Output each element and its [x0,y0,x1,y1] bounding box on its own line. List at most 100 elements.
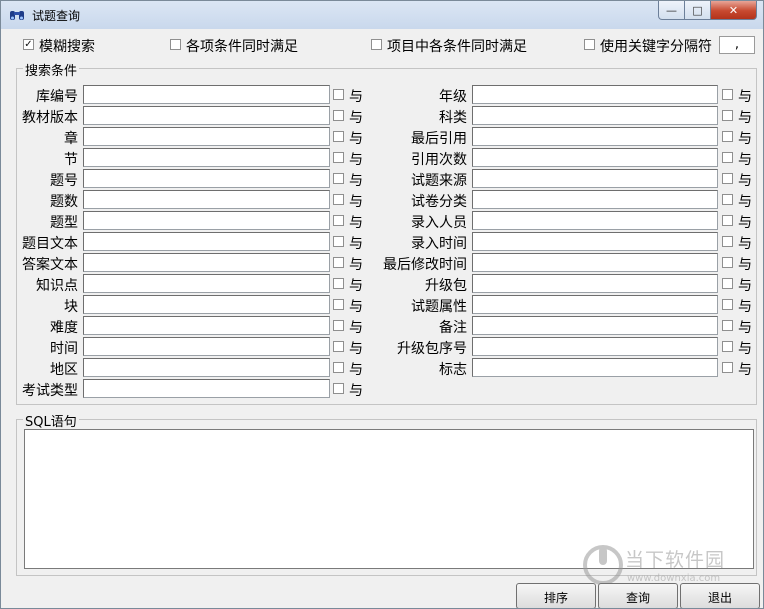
left-field-input[interactable] [83,211,330,230]
left-and-checkbox[interactable] [333,257,344,268]
left-and-label: 与 [349,257,363,273]
minimize-button[interactable]: — [658,1,685,20]
left-field-input[interactable] [83,358,330,377]
right-field-label: 录入人员 [411,215,467,231]
right-field-label: 试题属性 [411,299,467,315]
right-and-checkbox[interactable] [722,341,733,352]
right-and-checkbox[interactable] [722,299,733,310]
right-field-input[interactable] [472,211,718,230]
right-and-checkbox[interactable] [722,173,733,184]
right-and-checkbox[interactable] [722,257,733,268]
left-field-label: 考试类型 [22,383,78,399]
left-field-input[interactable] [83,85,330,104]
close-button[interactable]: ✕ [711,1,757,20]
right-and-checkbox[interactable] [722,194,733,205]
right-and-label: 与 [738,215,752,231]
query-button[interactable]: 查询 [598,583,678,608]
left-and-label: 与 [349,320,363,336]
fuzzy-search-checkbox[interactable]: ✓ [23,39,34,50]
left-and-checkbox[interactable] [333,278,344,289]
left-field-input[interactable] [83,232,330,251]
left-field-label: 地区 [50,362,78,378]
left-and-checkbox[interactable] [333,194,344,205]
item-conditions-checkbox[interactable] [371,39,382,50]
sort-button[interactable]: 排序 [516,583,596,608]
right-and-label: 与 [738,194,752,210]
right-field-input[interactable] [472,106,718,125]
left-field-input[interactable] [83,169,330,188]
right-and-checkbox[interactable] [722,131,733,142]
right-field-input[interactable] [472,274,718,293]
left-and-checkbox[interactable] [333,236,344,247]
right-field-input[interactable] [472,316,718,335]
left-and-label: 与 [349,194,363,210]
left-and-checkbox[interactable] [333,341,344,352]
right-and-checkbox[interactable] [722,320,733,331]
left-field-input[interactable] [83,379,330,398]
right-field-input[interactable] [472,253,718,272]
left-field-label: 题目文本 [22,236,78,252]
left-and-label: 与 [349,362,363,378]
right-field-input[interactable] [472,337,718,356]
right-and-checkbox[interactable] [722,89,733,100]
right-field-input[interactable] [472,190,718,209]
title-bar: 试题查询 — □ ✕ [1,1,763,29]
all-conditions-checkbox[interactable] [170,39,181,50]
left-and-checkbox[interactable] [333,320,344,331]
watermark-logo-icon [583,545,623,585]
right-field-input[interactable] [472,358,718,377]
left-field-input[interactable] [83,316,330,335]
left-and-checkbox[interactable] [333,152,344,163]
left-field-input[interactable] [83,148,330,167]
left-field-label: 章 [64,131,78,147]
right-field-input[interactable] [472,127,718,146]
left-field-input[interactable] [83,106,330,125]
exit-button[interactable]: 退出 [680,583,760,608]
left-and-checkbox[interactable] [333,362,344,373]
left-field-input[interactable] [83,295,330,314]
right-and-checkbox[interactable] [722,236,733,247]
left-and-checkbox[interactable] [333,110,344,121]
maximize-button[interactable]: □ [685,1,711,20]
right-field-input[interactable] [472,148,718,167]
left-and-checkbox[interactable] [333,299,344,310]
binoculars-icon [10,11,24,20]
right-and-checkbox[interactable] [722,152,733,163]
right-and-checkbox[interactable] [722,215,733,226]
right-and-checkbox[interactable] [722,362,733,373]
left-and-checkbox[interactable] [333,173,344,184]
right-field-input[interactable] [472,169,718,188]
left-field-label: 节 [64,152,78,168]
left-field-label: 难度 [50,320,78,336]
right-and-checkbox[interactable] [722,278,733,289]
right-and-checkbox[interactable] [722,110,733,121]
right-field-label: 标志 [439,362,467,378]
right-field-input[interactable] [472,295,718,314]
right-and-label: 与 [738,320,752,336]
right-field-input[interactable] [472,85,718,104]
watermark: 当下软件园 www.downxia.com [579,541,759,589]
left-field-input[interactable] [83,253,330,272]
left-and-label: 与 [349,215,363,231]
left-and-checkbox[interactable] [333,89,344,100]
right-field-label: 最后修改时间 [383,257,467,273]
keyword-separator-checkbox[interactable] [584,39,595,50]
right-and-label: 与 [738,362,752,378]
left-and-checkbox[interactable] [333,215,344,226]
separator-input[interactable]: , [719,36,755,54]
right-field-label: 试题来源 [411,173,467,189]
left-and-checkbox[interactable] [333,383,344,394]
left-field-input[interactable] [83,274,330,293]
right-field-label: 引用次数 [411,152,467,168]
watermark-text: 当下软件园 [625,549,726,571]
right-field-label: 最后引用 [411,131,467,147]
right-field-label: 备注 [439,320,467,336]
left-field-input[interactable] [83,337,330,356]
right-field-input[interactable] [472,232,718,251]
left-field-input[interactable] [83,190,330,209]
right-and-label: 与 [738,278,752,294]
left-field-label: 块 [64,299,78,315]
left-and-label: 与 [349,299,363,315]
left-and-checkbox[interactable] [333,131,344,142]
left-field-input[interactable] [83,127,330,146]
